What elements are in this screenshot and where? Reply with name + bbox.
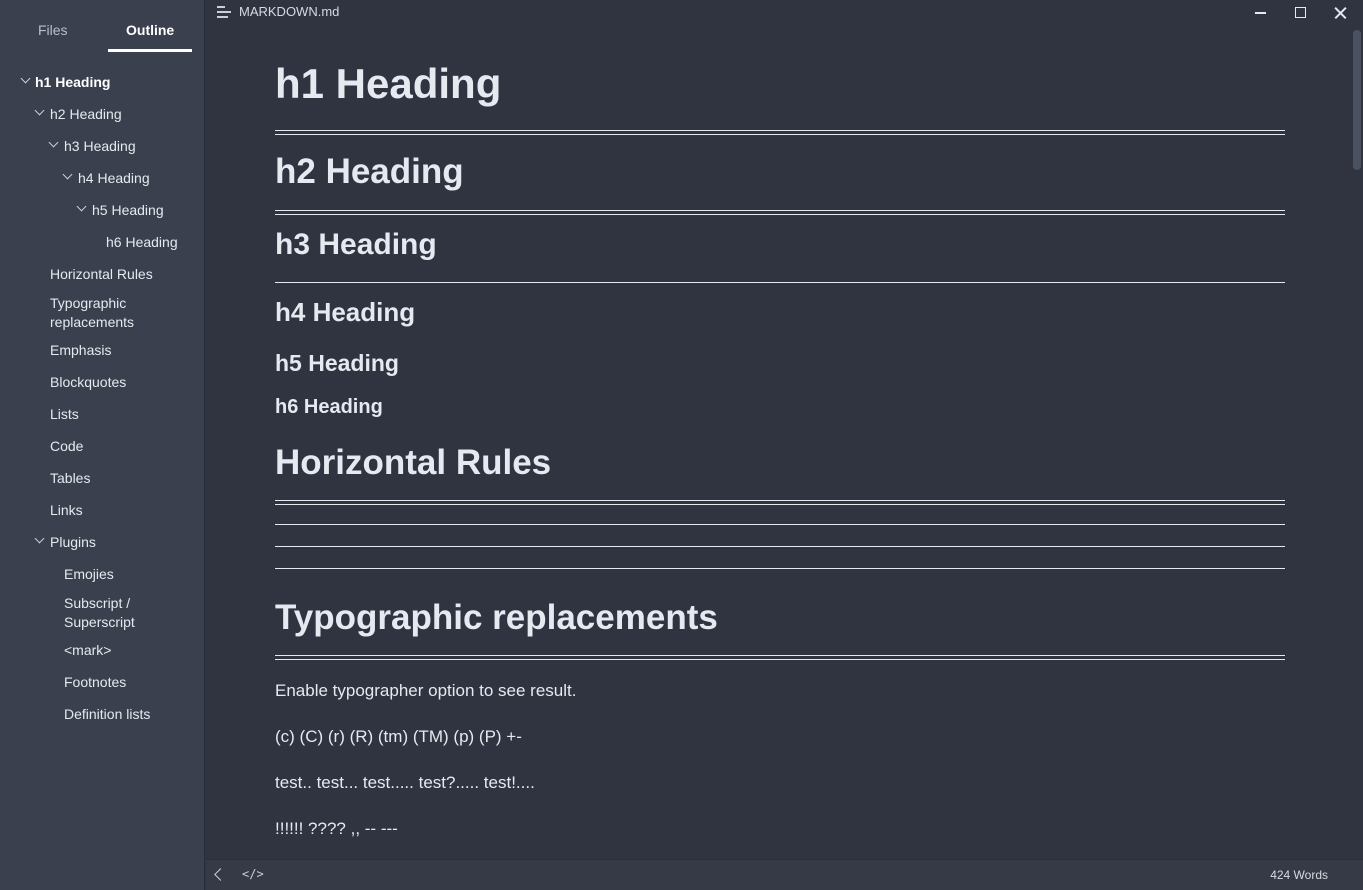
heading-h1: h1 Heading [275, 60, 502, 107]
source-code-icon[interactable]: </> [242, 867, 264, 881]
outline-item-links[interactable]: Links [50, 501, 83, 520]
outline-item-blockquotes[interactable]: Blockquotes [50, 373, 126, 392]
outline-item-typographic-replacements[interactable]: Typographic replacements [50, 294, 170, 332]
heading-h5: h5 Heading [275, 350, 399, 376]
menu-icon[interactable] [217, 6, 231, 18]
heading-typographic-replacements: Typographic replacements [275, 598, 718, 637]
outline-item-plugins[interactable]: Plugins [50, 533, 96, 552]
outline-item-subscript-superscript[interactable]: Subscript / Superscript [64, 594, 164, 632]
statusbar: </> 424 Words [206, 859, 1363, 890]
outline-item-emojies[interactable]: Emojies [64, 565, 114, 584]
maximize-button[interactable] [1280, 0, 1320, 26]
chevron-down-icon[interactable] [34, 533, 45, 544]
heading-underline [275, 655, 1285, 660]
outline-item-h2[interactable]: h2 Heading [50, 105, 122, 124]
paragraph: Enable typographer option to see result. [275, 681, 577, 700]
tab-files[interactable]: Files [38, 22, 68, 42]
outline-item-tables[interactable]: Tables [50, 469, 90, 488]
close-button[interactable] [1320, 0, 1360, 26]
scrollbar-thumb[interactable] [1353, 30, 1361, 170]
horizontal-rule [275, 524, 1285, 525]
horizontal-rule [275, 546, 1285, 547]
paragraph: test.. test... test..... test?..... test… [275, 773, 535, 792]
titlebar: MARKDOWN.md [206, 0, 1363, 26]
outline-item-footnotes[interactable]: Footnotes [64, 673, 126, 692]
outline-item-h1[interactable]: h1 Heading [35, 73, 110, 92]
tab-outline[interactable]: Outline [126, 22, 174, 42]
editor-pane: MARKDOWN.md h1 Heading h2 Heading h3 Hea… [206, 0, 1363, 890]
heading-underline [275, 500, 1285, 505]
outline-item-h5[interactable]: h5 Heading [92, 201, 164, 220]
sidebar: Files Outline h1 Heading h2 Heading h3 H… [0, 0, 205, 890]
outline-item-definition-lists[interactable]: Definition lists [64, 705, 150, 724]
heading-underline [275, 210, 1285, 215]
paragraph: (c) (C) (r) (R) (tm) (TM) (p) (P) +- [275, 727, 522, 746]
chevron-down-icon[interactable] [76, 201, 87, 212]
chevron-down-icon[interactable] [34, 105, 45, 116]
outline-item-h6[interactable]: h6 Heading [106, 233, 178, 252]
outline-item-emphasis[interactable]: Emphasis [50, 341, 111, 360]
outline-item-code[interactable]: Code [50, 437, 83, 456]
chevron-left-icon[interactable] [214, 868, 227, 881]
minimize-icon [1255, 12, 1266, 14]
active-tab-indicator [108, 49, 192, 52]
heading-h2: h2 Heading [275, 152, 464, 191]
heading-underline [275, 282, 1285, 283]
outline-item-h3[interactable]: h3 Heading [64, 137, 136, 156]
paragraph: !!!!!! ???? ,, -- --- [275, 819, 398, 838]
chevron-down-icon[interactable] [20, 73, 31, 84]
heading-horizontal-rules: Horizontal Rules [275, 443, 552, 482]
horizontal-rule [275, 568, 1285, 569]
heading-h4: h4 Heading [275, 297, 416, 327]
heading-h3: h3 Heading [275, 228, 437, 261]
maximize-icon [1295, 7, 1306, 18]
outline-item-lists[interactable]: Lists [50, 405, 79, 424]
heading-underline [275, 130, 1285, 135]
outline-item-mark[interactable]: <mark> [64, 641, 111, 660]
outline-item-h4[interactable]: h4 Heading [78, 169, 150, 188]
word-count: 424 Words [1270, 868, 1328, 882]
chevron-down-icon[interactable] [62, 169, 73, 180]
sidebar-tabs: Files Outline [0, 0, 205, 54]
heading-h6: h6 Heading [275, 396, 383, 418]
chevron-down-icon[interactable] [48, 137, 59, 148]
minimize-button[interactable] [1240, 0, 1280, 26]
document-title: MARKDOWN.md [239, 4, 340, 19]
outline-item-horizontal-rules[interactable]: Horizontal Rules [50, 265, 153, 284]
